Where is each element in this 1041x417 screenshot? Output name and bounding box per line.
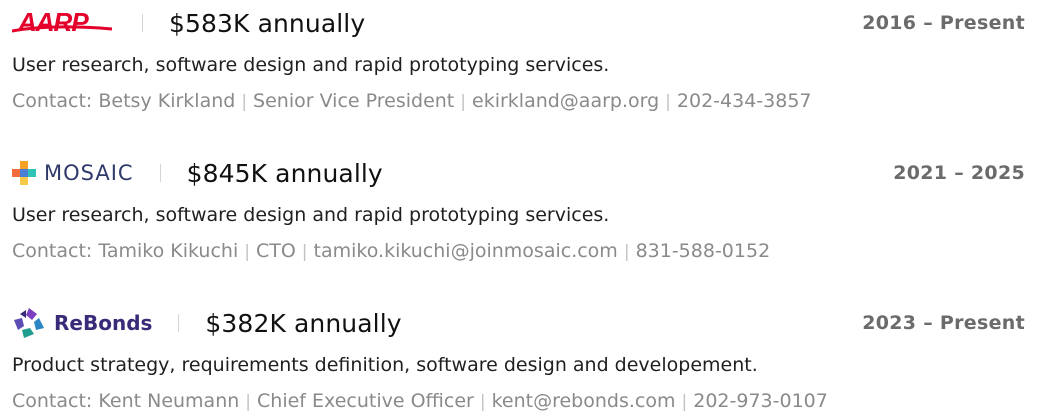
contract-period: 2023 – Present xyxy=(862,312,1025,334)
separator: | xyxy=(241,92,248,112)
contact-email[interactable]: ekirkland@aarp.org xyxy=(472,90,659,112)
client-entry-rebonds: ReBonds $382K annually 2023 – Present Pr… xyxy=(12,300,1025,416)
contact-line: Contact: Kent Neumann | Chief Executive Of… xyxy=(12,386,1025,416)
separator: | xyxy=(244,242,250,262)
separator: | xyxy=(623,242,630,262)
entry-header: AARP $583K annually 2016 – Present xyxy=(12,0,1025,46)
contact-label: Contact: xyxy=(12,90,93,112)
separator: | xyxy=(460,92,466,112)
client-entry-mosaic: MOSAIC $845K annually 2021 – 2025 User r… xyxy=(12,150,1025,266)
aarp-logo-icon: AARP xyxy=(12,7,116,37)
contact-phone[interactable]: 831-588-0152 xyxy=(636,240,771,262)
contact-line: Contact: Tamiko Kikuchi | CTO | tamiko.kikuc… xyxy=(12,236,1025,266)
contact-label: Contact: xyxy=(12,390,93,412)
separator: | xyxy=(665,92,671,112)
service-description: User research, software design and rapid… xyxy=(12,54,610,76)
service-description: Product strategy, requirements definitio… xyxy=(12,354,758,376)
rebonds-logo-icon xyxy=(14,308,44,338)
logo-divider xyxy=(178,314,180,332)
separator: | xyxy=(301,242,308,262)
mosaic-logo-icon xyxy=(12,161,36,185)
rebonds-logo: ReBonds xyxy=(12,300,152,346)
client-entry-aarp: AARP $583K annually 2016 – Present User … xyxy=(12,0,1025,116)
contract-amount: $845K annually xyxy=(186,158,383,188)
separator: | xyxy=(245,392,252,412)
mosaic-wordmark: MOSAIC xyxy=(44,161,134,185)
contact-phone[interactable]: 202-973-0107 xyxy=(693,390,828,412)
contract-amount: $382K annually xyxy=(205,308,402,338)
contact-name: Betsy Kirkland xyxy=(98,90,236,112)
contact-email[interactable]: tamiko.kikuchi@joinmosaic.com xyxy=(314,240,618,262)
contact-title: Chief Executive Officer xyxy=(257,390,474,412)
contact-email[interactable]: kent@rebonds.com xyxy=(492,390,676,412)
contact-name: Kent Neumann xyxy=(98,390,240,412)
contact-name: Tamiko Kikuchi xyxy=(98,240,239,262)
entry-header: MOSAIC $845K annually 2021 – 2025 xyxy=(12,150,1025,196)
service-description: User research, software design and rapid… xyxy=(12,204,610,226)
contact-line: Contact: Betsy Kirkland | Senior Vice Pres… xyxy=(12,86,1025,116)
aarp-logo: AARP xyxy=(12,0,116,46)
logo-divider xyxy=(159,164,161,182)
separator: | xyxy=(479,392,486,412)
contact-title: CTO xyxy=(255,240,296,262)
contract-amount: $583K annually xyxy=(169,8,366,38)
logo-divider xyxy=(142,14,143,32)
contract-period: 2016 – Present xyxy=(862,12,1025,34)
contact-label: Contact: xyxy=(12,240,93,262)
mosaic-logo: MOSAIC xyxy=(12,150,134,196)
contract-period: 2021 – 2025 xyxy=(893,162,1025,184)
contact-phone[interactable]: 202-434-3857 xyxy=(677,90,812,112)
separator: | xyxy=(681,392,688,412)
rebonds-wordmark: ReBonds xyxy=(54,311,153,335)
contact-title: Senior Vice President xyxy=(253,90,455,112)
entry-header: ReBonds $382K annually 2023 – Present xyxy=(12,300,1025,346)
